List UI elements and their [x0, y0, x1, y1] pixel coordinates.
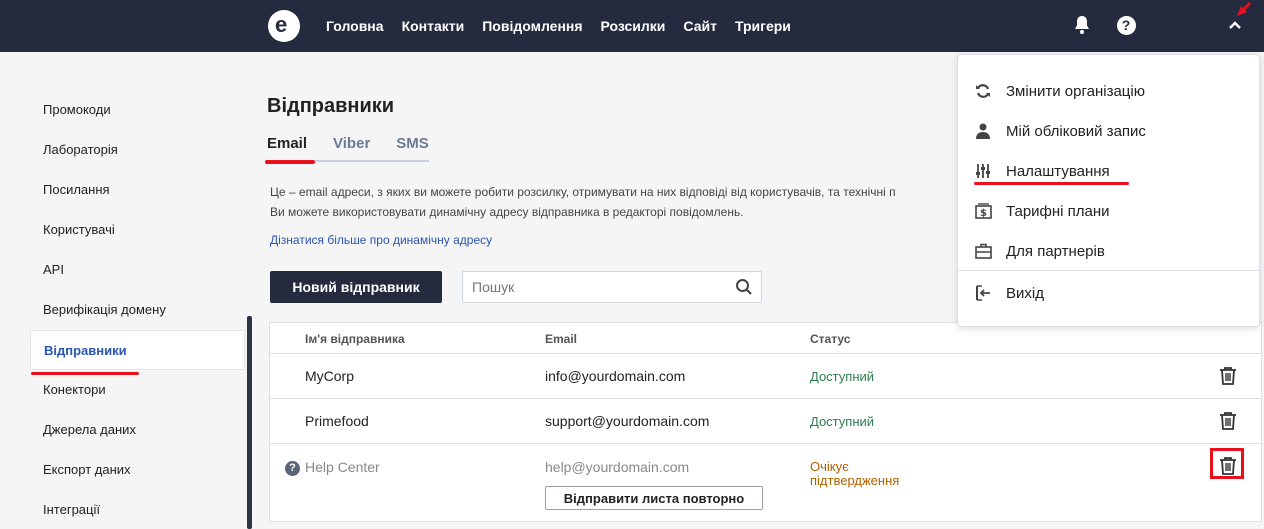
nav-campaigns[interactable]: Розсилки [601, 18, 666, 34]
sidebar-item-domain-verification[interactable]: Верифікація домену [30, 290, 245, 330]
new-sender-button[interactable]: Новий відправник [270, 271, 442, 303]
menu-item-label: Змінити організацію [1006, 82, 1145, 100]
menu-item-partners[interactable]: Для партнерів [958, 231, 1259, 271]
column-header-name: Ім'я відправника [305, 332, 405, 346]
status-line-1: Очікує [810, 459, 849, 474]
logo-mark: e [275, 12, 288, 37]
red-underline-annotation [974, 182, 1129, 185]
table-row: MyCorp info@yourdomain.com Доступний [270, 354, 1261, 399]
settings-sidebar: Промокоди Лабораторія Посилання Користув… [30, 90, 245, 529]
sidebar-item-label: Відправники [44, 343, 127, 358]
logo[interactable]: e [268, 10, 300, 42]
sidebar-item-users[interactable]: Користувачі [30, 210, 245, 250]
nav-contacts[interactable]: Контакти [402, 18, 465, 34]
menu-item-logout[interactable]: Вихід [958, 273, 1259, 313]
sender-email: info@yourdomain.com [545, 368, 686, 384]
menu-item-change-org[interactable]: Змінити організацію [958, 71, 1259, 111]
tab-sms[interactable]: SMS [396, 132, 429, 160]
account-dropdown-menu: Змінити організацію Мій обліковий запис … [957, 54, 1260, 327]
nav-home[interactable]: Головна [326, 18, 384, 34]
search-input[interactable] [463, 272, 723, 302]
sender-email: help@yourdomain.com [545, 459, 690, 475]
question-icon[interactable]: ? [285, 461, 300, 476]
sidebar-item-integrations[interactable]: Інтеграції [30, 490, 245, 529]
billing-icon: $ [958, 203, 1006, 219]
search-box [462, 271, 762, 303]
description-line-1: Це – email адреси, з яких ви можете роби… [270, 185, 896, 199]
menu-item-label: Для партнерів [1006, 242, 1105, 260]
trash-icon[interactable] [1219, 411, 1237, 433]
help-icon[interactable]: ? [1115, 14, 1137, 36]
senders-table: Ім'я відправника Email Статус MyCorp inf… [269, 322, 1262, 522]
dynamic-address-link[interactable]: Дізнатися більше про динамічну адресу [270, 233, 492, 247]
sidebar-item-promocodes[interactable]: Промокоди [30, 90, 245, 130]
red-box-annotation [1210, 448, 1244, 479]
description-line-2: Ви можете використовувати динамічну адре… [270, 205, 744, 219]
menu-divider [958, 270, 1259, 271]
user-icon [958, 123, 1006, 139]
nav-messages[interactable]: Повідомлення [482, 18, 582, 34]
sender-name: Primefood [305, 413, 369, 429]
sender-name: Help Center [305, 459, 380, 475]
top-navbar: e Головна Контакти Повідомлення Розсилки… [0, 0, 1264, 52]
nav-site[interactable]: Сайт [683, 18, 717, 34]
sidebar-item-lab[interactable]: Лабораторія [30, 130, 245, 170]
red-arrow-annotation-icon [1237, 2, 1252, 16]
sliders-icon [958, 163, 1006, 179]
menu-item-my-account[interactable]: Мій обліковий запис [958, 111, 1259, 151]
nav-triggers[interactable]: Тригери [735, 18, 791, 34]
menu-item-label: Тарифні плани [1006, 202, 1110, 220]
sidebar-item-data-export[interactable]: Експорт даних [30, 450, 245, 490]
resend-email-button[interactable]: Відправити листа повторно [545, 486, 763, 510]
sidebar-item-api[interactable]: API [30, 250, 245, 290]
tab-email[interactable]: Email [264, 132, 316, 164]
channel-tabs: Email Viber SMS [264, 132, 429, 164]
sidebar-scrollbar[interactable] [247, 316, 252, 529]
tab-viber[interactable]: Viber [333, 132, 370, 160]
menu-item-label: Вихід [1006, 284, 1044, 302]
column-header-status: Статус [810, 332, 851, 346]
table-row: ? Help Center help@yourdomain.com Очікує… [270, 444, 1261, 522]
search-icon[interactable] [735, 278, 753, 301]
page-description: Це – email адреси, з яких ви можете роби… [270, 182, 960, 222]
column-header-email: Email [545, 332, 578, 346]
bell-icon[interactable] [1071, 14, 1093, 36]
menu-item-plans[interactable]: $ Тарифні плани [958, 191, 1259, 231]
menu-item-label: Налаштування [1006, 162, 1110, 180]
status-line-2: підтвердження [810, 473, 900, 488]
briefcase-icon [958, 243, 1006, 259]
menu-item-label: Мій обліковий запис [1006, 122, 1146, 140]
sender-name: MyCorp [305, 368, 355, 384]
status-badge: Очікує підтвердження [810, 460, 899, 488]
table-header: Ім'я відправника Email Статус [270, 323, 1261, 354]
status-badge: Доступний [810, 414, 875, 429]
sidebar-item-connectors[interactable]: Конектори [30, 370, 245, 410]
main-nav: Головна Контакти Повідомлення Розсилки С… [326, 0, 791, 52]
trash-icon[interactable] [1219, 366, 1237, 388]
status-badge: Доступний [810, 369, 875, 384]
sidebar-item-senders[interactable]: Відправники [30, 330, 245, 375]
logout-icon [958, 285, 1006, 301]
sidebar-item-links[interactable]: Посилання [30, 170, 245, 210]
table-row: Primefood support@yourdomain.com Доступн… [270, 399, 1261, 444]
menu-item-settings[interactable]: Налаштування [958, 151, 1259, 191]
sidebar-item-data-sources[interactable]: Джерела даних [30, 410, 245, 450]
refresh-icon [958, 83, 1006, 99]
sender-email: support@yourdomain.com [545, 413, 710, 429]
svg-text:$: $ [980, 208, 987, 219]
page-title: Відправники [267, 95, 395, 117]
